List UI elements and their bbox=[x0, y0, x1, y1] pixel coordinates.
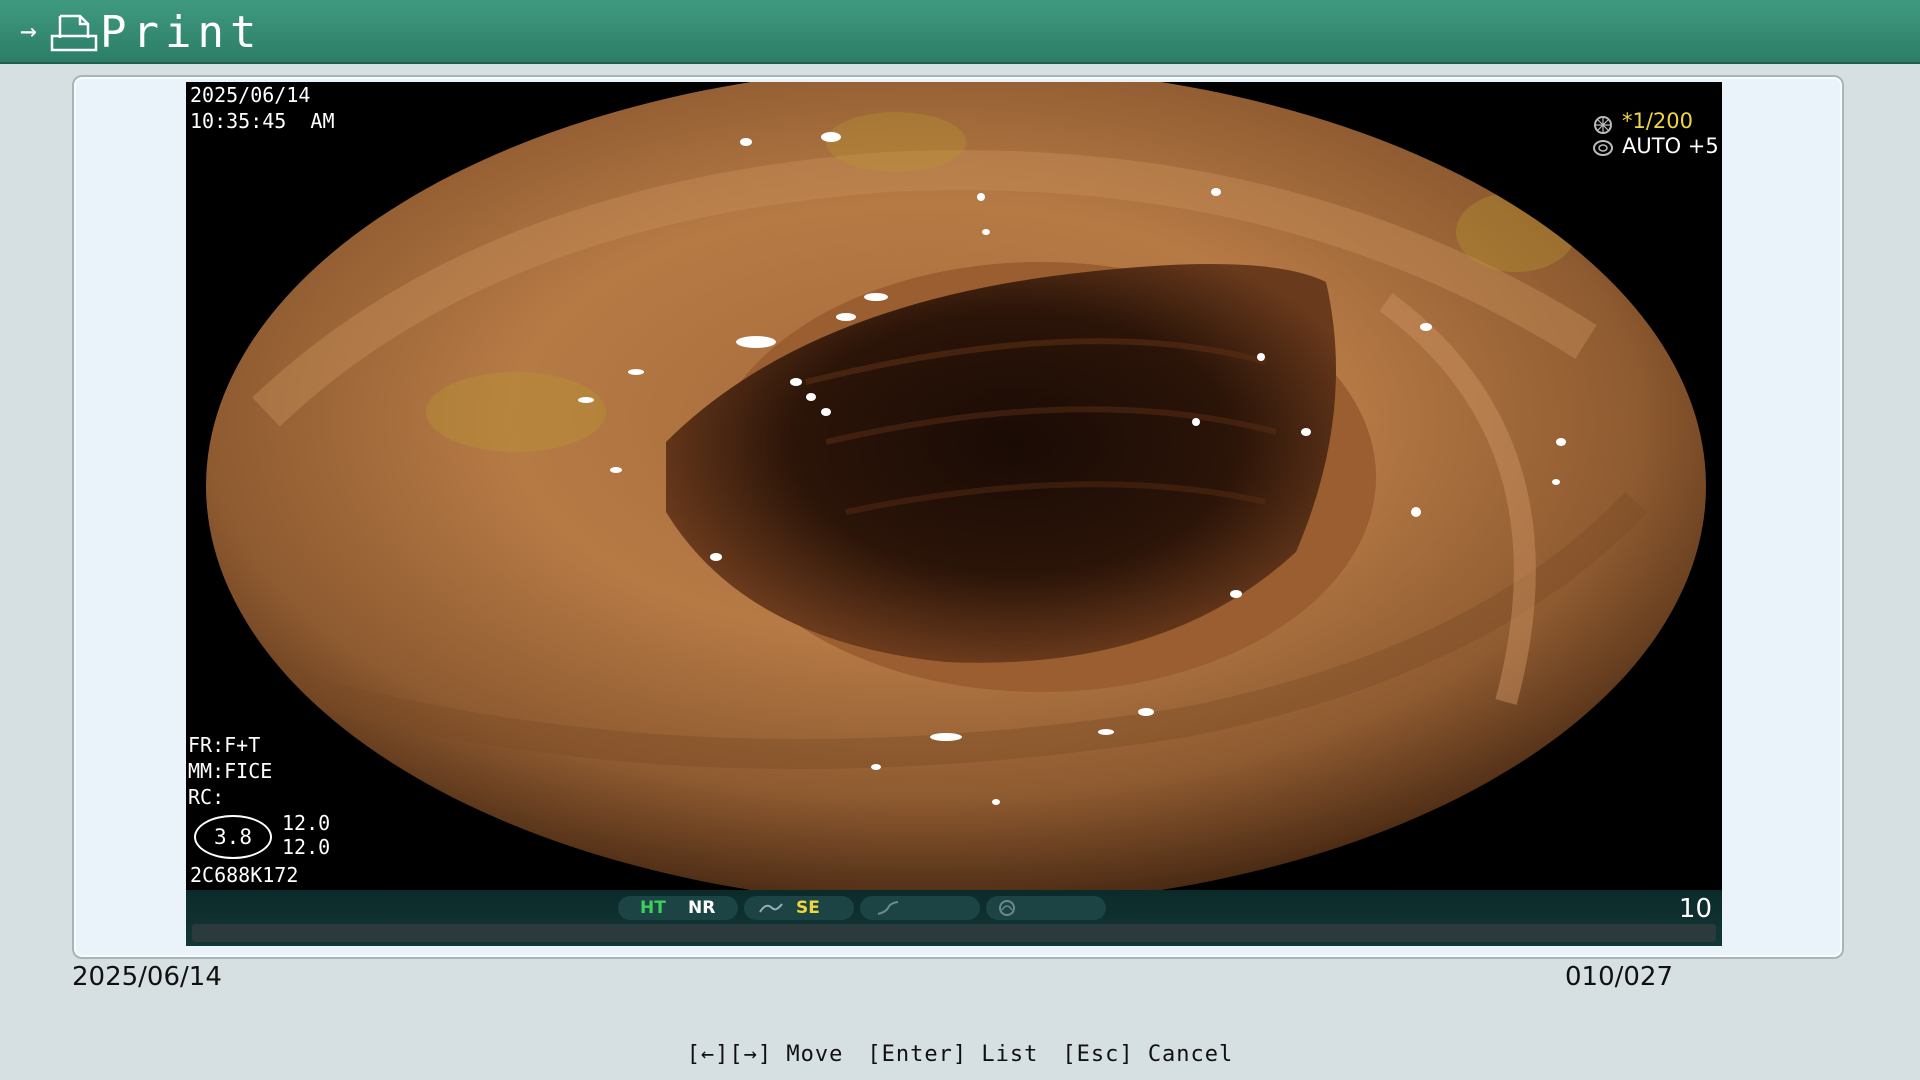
endoscope-image bbox=[186, 82, 1722, 890]
enhance-icon bbox=[759, 903, 783, 913]
curve-icon bbox=[877, 901, 899, 915]
back-arrow-icon[interactable]: → bbox=[20, 14, 37, 48]
status-nr: NR bbox=[688, 898, 716, 918]
shutter-icon bbox=[1594, 116, 1612, 134]
osd-rc: RC: bbox=[188, 785, 225, 809]
printer-icon bbox=[50, 14, 98, 52]
status-pill-se: SE bbox=[744, 896, 854, 920]
osd-mm: MM:FICE bbox=[188, 759, 273, 783]
osd-serial: 2C688K172 bbox=[190, 863, 299, 887]
status-pill-mode bbox=[986, 896, 1106, 920]
help-cancel: [Esc] Cancel bbox=[1062, 1042, 1234, 1067]
osd-badge: 3.8 bbox=[194, 815, 272, 859]
help-move: [←][→] Move bbox=[686, 1042, 844, 1067]
image-index: 010/027 bbox=[1565, 962, 1674, 992]
osd-zoom-bottom: 12.0 bbox=[282, 835, 331, 859]
exposure-mode: AUTO +5 bbox=[1622, 134, 1719, 158]
osd-fr: FR:F+T bbox=[188, 733, 261, 757]
osd-date: 2025/06/14 bbox=[190, 83, 311, 107]
exposure-icon bbox=[1593, 140, 1613, 156]
status-pill-curve bbox=[860, 896, 980, 920]
title-bar: → Print bbox=[0, 0, 1920, 64]
osd-time: 10:35:45 AM bbox=[190, 109, 335, 133]
endoscope-screen[interactable]: 2025/06/14 10:35:45 AM *1/200 AUTO +5 FR… bbox=[186, 82, 1722, 946]
status-counter: 10 bbox=[1678, 894, 1712, 924]
status-pill-ht-nr: HT NR bbox=[618, 896, 738, 920]
mode-icon bbox=[999, 900, 1015, 916]
status-track bbox=[192, 924, 1716, 942]
status-ht: HT bbox=[640, 898, 666, 918]
shutter-speed: *1/200 bbox=[1622, 109, 1694, 133]
osd-zoom-top: 12.0 bbox=[282, 811, 331, 835]
keyboard-help: [←][→] Move [Enter] List [Esc] Cancel bbox=[0, 1042, 1920, 1068]
endoscope-status-bar: HT NR SE 10 bbox=[186, 890, 1722, 946]
help-list: [Enter] List bbox=[867, 1042, 1039, 1067]
image-date: 2025/06/14 bbox=[72, 962, 222, 992]
window-title: Print bbox=[100, 7, 263, 58]
status-se: SE bbox=[796, 898, 820, 918]
